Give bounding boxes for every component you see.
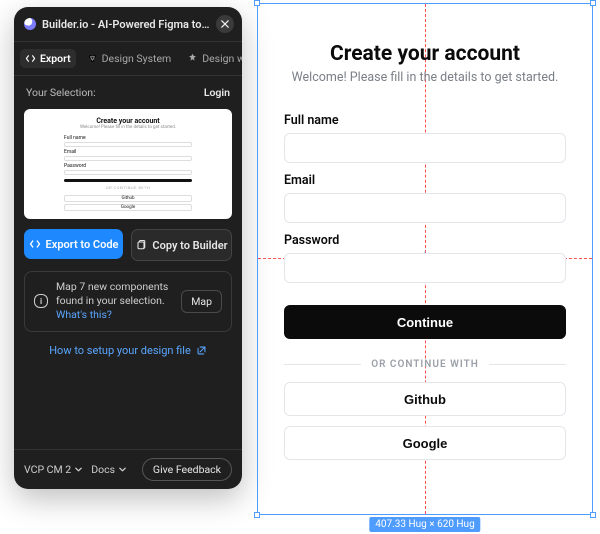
resize-handle-tr[interactable] <box>590 0 596 6</box>
resize-handle-bl[interactable] <box>254 512 260 518</box>
tab-export[interactable]: Export <box>20 49 76 68</box>
panel-body: Your Selection: Login Create your accoun… <box>14 76 242 365</box>
info-whats-this-link[interactable]: What's this? <box>56 308 112 321</box>
selection-preview[interactable]: Create your account Welcome! Please fill… <box>24 109 232 219</box>
preview-title: Create your account <box>64 117 192 125</box>
resize-handle-tl[interactable] <box>254 0 260 6</box>
preview-input <box>64 142 192 147</box>
give-feedback-button[interactable]: Give Feedback <box>142 458 232 481</box>
preview-label-password: Password <box>64 163 192 169</box>
project-name: VCP CM 2 <box>24 463 71 476</box>
howto-link[interactable]: How to setup your design file <box>24 342 232 357</box>
builder-logo-icon <box>24 18 36 30</box>
preview-label-email: Email <box>64 149 192 155</box>
form-title: Create your account <box>284 42 566 66</box>
github-button[interactable]: Github <box>284 382 566 416</box>
panel-header: Builder.io - AI-Powered Figma to Code (R… <box>14 7 242 42</box>
preview-inner: Create your account Welcome! Please fill… <box>64 117 192 211</box>
action-buttons: Export to Code Copy to Builder <box>24 229 232 261</box>
preview-google-btn: Google <box>64 204 192 211</box>
chevron-down-icon <box>74 465 83 474</box>
tab-design-system-label: Design System <box>102 52 172 65</box>
google-button[interactable]: Google <box>284 426 566 460</box>
signup-form-frame: Create your account Welcome! Please fill… <box>264 10 586 508</box>
map-button[interactable]: Map <box>181 290 222 313</box>
label-email: Email <box>284 173 566 188</box>
input-email[interactable] <box>284 193 566 223</box>
input-fullname[interactable] <box>284 133 566 163</box>
docs-label: Docs <box>91 463 115 476</box>
tab-design-system[interactable]: Design System <box>82 49 177 68</box>
login-link[interactable]: Login <box>204 86 230 99</box>
resize-handle-br[interactable] <box>590 512 596 518</box>
panel-tabs: Export Design System Design with AI <box>14 42 242 76</box>
preview-continue-btn <box>64 179 192 182</box>
tab-design-with-ai[interactable]: Design with AI <box>182 49 242 68</box>
preview-input <box>64 156 192 161</box>
preview-divider: OR CONTINUE WITH <box>64 185 192 190</box>
input-password[interactable] <box>284 253 566 283</box>
copy-to-builder-label: Copy to Builder <box>152 239 227 252</box>
docs-dropdown[interactable]: Docs <box>91 463 127 476</box>
component-map-infobox: i Map 7 new components found in your sel… <box>24 271 232 332</box>
label-fullname: Full name <box>284 113 566 128</box>
copy-to-builder-button[interactable]: Copy to Builder <box>131 229 232 261</box>
preview-github-btn: Github <box>64 195 192 202</box>
selection-header: Your Selection: Login <box>24 84 232 99</box>
divider: OR CONTINUE WITH <box>284 359 566 370</box>
preview-input <box>64 170 192 175</box>
your-selection-label: Your Selection: <box>26 86 96 99</box>
panel-title: Builder.io - AI-Powered Figma to Code (R… <box>42 18 210 31</box>
figma-selection-frame[interactable]: ✳ 407.33 Hug × 620 Hug Create your accou… <box>257 3 593 515</box>
form-subtitle: Welcome! Please fill in the details to g… <box>284 70 566 85</box>
tab-design-with-ai-label: Design with AI <box>202 52 242 65</box>
export-to-code-button[interactable]: Export to Code <box>24 229 123 259</box>
dimension-badge: 407.33 Hug × 620 Hug <box>369 517 480 532</box>
tab-export-label: Export <box>40 52 71 65</box>
info-text-main: Map 7 new components found in your selec… <box>56 280 168 307</box>
info-icon: i <box>34 294 48 308</box>
close-icon[interactable] <box>216 15 234 33</box>
continue-button[interactable]: Continue <box>284 305 566 339</box>
info-text: Map 7 new components found in your selec… <box>56 280 173 323</box>
divider-text: OR CONTINUE WITH <box>371 359 479 370</box>
preview-label-fullname: Full name <box>64 135 192 141</box>
chevron-down-icon <box>118 465 127 474</box>
builder-plugin-panel: Builder.io - AI-Powered Figma to Code (R… <box>14 7 242 489</box>
howto-label: How to setup your design file <box>49 344 191 357</box>
preview-subtitle: Welcome! Please fill in the details to g… <box>64 125 192 130</box>
export-to-code-label: Export to Code <box>46 238 119 251</box>
panel-footer: VCP CM 2 Docs Give Feedback <box>14 449 242 489</box>
project-dropdown[interactable]: VCP CM 2 <box>24 463 83 476</box>
external-link-icon <box>196 345 207 356</box>
label-password: Password <box>284 233 566 248</box>
